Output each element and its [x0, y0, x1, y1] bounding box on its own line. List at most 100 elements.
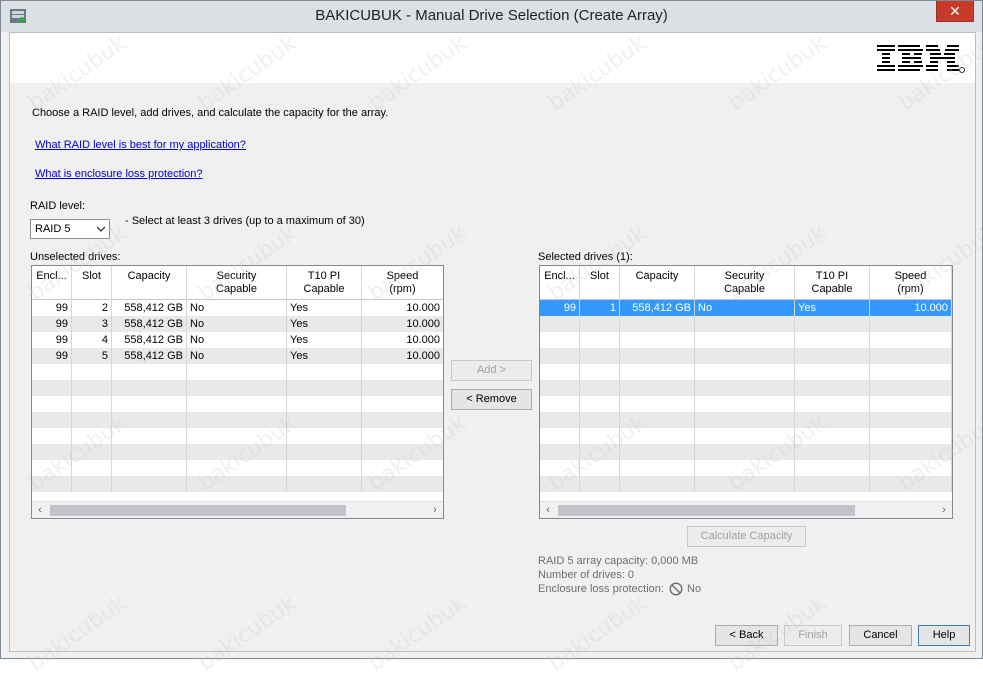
cell-speed [362, 460, 443, 476]
cell-security [187, 428, 287, 444]
cell-t10pi: Yes [287, 300, 362, 316]
empty-table-row [540, 412, 952, 428]
table-row[interactable]: 99 5 558,412 GB No Yes 10.000 [32, 348, 443, 364]
cell-enclosure [32, 380, 72, 396]
scroll-left-icon[interactable]: ‹ [32, 502, 48, 518]
dialog-window: BAKICUBUK - Manual Drive Selection (Crea… [0, 0, 983, 676]
cell-security [187, 396, 287, 412]
scroll-right-icon[interactable]: › [427, 502, 443, 518]
close-button[interactable]: ✕ [936, 1, 974, 22]
cell-security [695, 476, 795, 492]
empty-table-row [32, 428, 443, 444]
empty-table-row [32, 444, 443, 460]
cell-capacity [112, 380, 187, 396]
scroll-left-icon[interactable]: ‹ [540, 502, 556, 518]
cell-t10pi: Yes [287, 316, 362, 332]
cell-security: No [187, 300, 287, 316]
column-header-security[interactable]: Security Capable [695, 266, 795, 300]
finish-button[interactable]: Finish [784, 625, 842, 646]
cell-enclosure: 99 [32, 332, 72, 348]
column-header-enclosure[interactable]: Encl... [540, 266, 580, 300]
cell-slot [72, 476, 112, 492]
cell-t10pi [795, 428, 870, 444]
table-row[interactable]: 99 1 558,412 GB No Yes 10.000 [540, 300, 952, 316]
cell-t10pi [795, 348, 870, 364]
raid-level-help-link[interactable]: What RAID level is best for my applicati… [35, 139, 246, 151]
selected-drives-label: Selected drives (1): [538, 251, 633, 263]
cell-enclosure [32, 364, 72, 380]
cell-speed [870, 428, 952, 444]
header-banner [10, 33, 975, 83]
cell-enclosure [32, 428, 72, 444]
cell-security [695, 396, 795, 412]
scrollbar-thumb[interactable] [558, 505, 855, 516]
empty-table-row [540, 364, 952, 380]
cell-capacity [620, 332, 695, 348]
cell-security [695, 332, 795, 348]
cell-enclosure [540, 412, 580, 428]
empty-table-row [540, 316, 952, 332]
cell-slot [72, 412, 112, 428]
back-button[interactable]: < Back [715, 625, 778, 646]
empty-table-row [32, 364, 443, 380]
table-header: Encl... Slot Capacity Security Capable T10 P… [32, 266, 443, 300]
column-header-security[interactable]: Security Capable [187, 266, 287, 300]
column-header-enclosure[interactable]: Encl... [32, 266, 72, 300]
column-header-capacity[interactable]: Capacity [112, 266, 187, 300]
cell-slot [580, 396, 620, 412]
cell-enclosure [540, 428, 580, 444]
scroll-right-icon[interactable]: › [936, 502, 952, 518]
cell-security [187, 364, 287, 380]
cell-enclosure [32, 476, 72, 492]
title-bar[interactable]: BAKICUBUK - Manual Drive Selection (Crea… [1, 1, 982, 32]
cell-speed: 10.000 [362, 332, 443, 348]
cell-enclosure [540, 316, 580, 332]
cell-security: No [187, 332, 287, 348]
cell-capacity [620, 428, 695, 444]
unselected-drives-label: Unselected drives: [30, 251, 121, 263]
column-header-t10pi[interactable]: T10 PI Capable [287, 266, 362, 300]
enclosure-loss-help-link[interactable]: What is enclosure loss protection? [35, 168, 203, 180]
cell-slot [72, 444, 112, 460]
cell-slot [580, 348, 620, 364]
table-row[interactable]: 99 4 558,412 GB No Yes 10.000 [32, 332, 443, 348]
cell-t10pi [795, 364, 870, 380]
column-header-t10pi[interactable]: T10 PI Capable [795, 266, 870, 300]
cell-slot [580, 428, 620, 444]
horizontal-scrollbar[interactable]: ‹ › [32, 501, 443, 518]
remove-button[interactable]: < Remove [451, 389, 532, 410]
column-header-speed[interactable]: Speed (rpm) [362, 266, 443, 300]
cell-t10pi [287, 412, 362, 428]
scrollbar-thumb[interactable] [50, 505, 346, 516]
cell-capacity [620, 412, 695, 428]
empty-table-row [540, 428, 952, 444]
table-row[interactable]: 99 3 558,412 GB No Yes 10.000 [32, 316, 443, 332]
column-header-speed[interactable]: Speed (rpm) [870, 266, 952, 300]
cell-t10pi [287, 460, 362, 476]
unselected-drives-table[interactable]: Encl... Slot Capacity Security Capable T10 P… [31, 265, 444, 519]
cell-capacity: 558,412 GB [112, 300, 187, 316]
cell-security [695, 460, 795, 476]
column-header-slot[interactable]: Slot [580, 266, 620, 300]
cell-enclosure [540, 380, 580, 396]
cell-enclosure: 99 [32, 348, 72, 364]
cell-capacity [620, 444, 695, 460]
no-entry-icon [669, 582, 683, 596]
empty-table-row [32, 412, 443, 428]
calculate-capacity-button[interactable]: Calculate Capacity [687, 526, 806, 547]
add-button[interactable]: Add > [451, 360, 532, 381]
cell-enclosure [32, 444, 72, 460]
column-header-capacity[interactable]: Capacity [620, 266, 695, 300]
cell-capacity: 558,412 GB [112, 332, 187, 348]
cell-enclosure [540, 348, 580, 364]
selected-drives-table[interactable]: Encl... Slot Capacity Security Capable T10 P… [539, 265, 953, 519]
column-header-slot[interactable]: Slot [72, 266, 112, 300]
cell-security [695, 412, 795, 428]
help-button[interactable]: Help [918, 625, 970, 646]
horizontal-scrollbar[interactable]: ‹ › [540, 501, 952, 518]
raid-level-select[interactable]: RAID 5 [30, 219, 110, 239]
cancel-button[interactable]: Cancel [849, 625, 912, 646]
enclosure-loss-value: No [687, 583, 702, 595]
cell-capacity [620, 316, 695, 332]
table-row[interactable]: 99 2 558,412 GB No Yes 10.000 [32, 300, 443, 316]
